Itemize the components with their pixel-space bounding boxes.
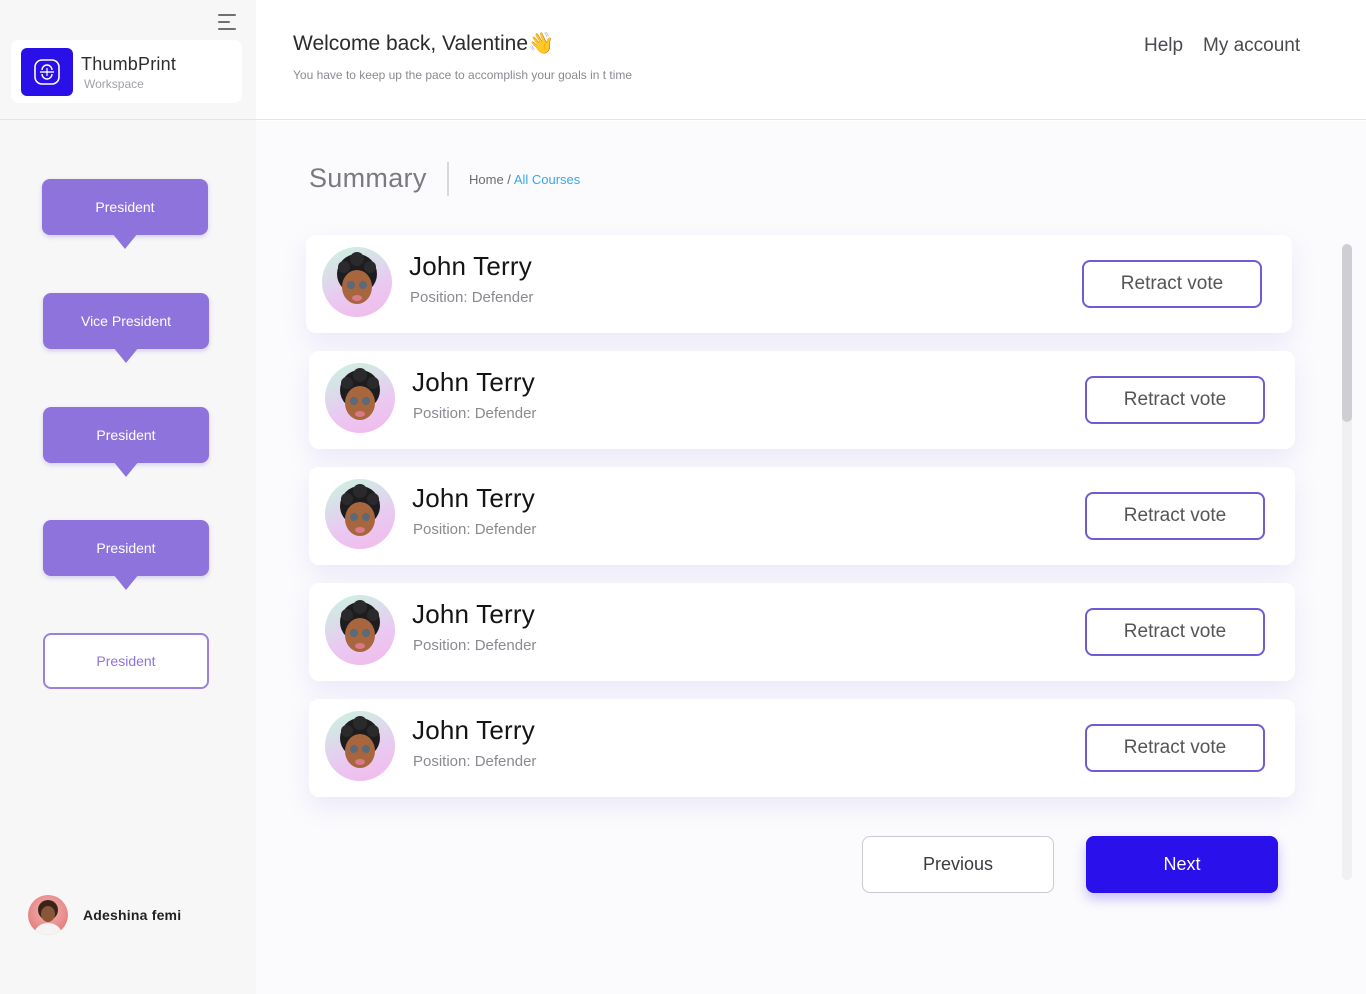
position-button-vice-president[interactable]: Vice President: [43, 293, 209, 363]
candidate-avatar: [325, 711, 395, 781]
candidate-avatar: [325, 479, 395, 549]
previous-button[interactable]: Previous: [862, 836, 1054, 893]
candidate-name: John Terry: [412, 367, 535, 397]
nav-help-link[interactable]: Help: [1144, 35, 1183, 57]
retract-vote-button[interactable]: Retract vote: [1085, 492, 1265, 540]
candidate-position: Position: Defender: [413, 521, 537, 538]
breadcrumb: Home / All Courses: [469, 172, 580, 187]
welcome-subtitle: You have to keep up the pace to accompli…: [293, 68, 633, 82]
fingerprint-scan-icon: [21, 48, 73, 96]
breadcrumb-all-courses[interactable]: All Courses: [514, 172, 580, 187]
candidate-card: John Terry Position: Defender Retract vo…: [309, 583, 1295, 681]
candidate-position: Position: Defender: [413, 753, 537, 770]
next-button[interactable]: Next: [1086, 836, 1278, 893]
retract-vote-button[interactable]: Retract vote: [1085, 376, 1265, 424]
position-button-president[interactable]: President: [43, 407, 209, 477]
nav-my-account-link[interactable]: My account: [1203, 35, 1300, 57]
retract-vote-button[interactable]: Retract vote: [1085, 724, 1265, 772]
candidate-position: Position: Defender: [413, 405, 537, 422]
sidebar: ThumbPrint Workspace President Vice Pres…: [0, 0, 256, 994]
breadcrumb-home[interactable]: Home: [469, 172, 504, 187]
candidate-avatar: [325, 363, 395, 433]
retract-vote-button[interactable]: Retract vote: [1082, 260, 1262, 308]
scrollbar-thumb[interactable]: [1342, 244, 1352, 422]
brand-card[interactable]: ThumbPrint Workspace: [11, 40, 242, 103]
brand-subtitle: Workspace: [84, 77, 144, 91]
candidate-avatar: [325, 595, 395, 665]
candidate-name: John Terry: [412, 483, 535, 513]
position-button-president[interactable]: President: [42, 179, 208, 249]
page-title: Summary: [309, 163, 427, 193]
candidate-card: John Terry Position: Defender Retract vo…: [309, 467, 1295, 565]
user-profile[interactable]: Adeshina femi: [28, 895, 181, 935]
candidate-card: John Terry Position: Defender Retract vo…: [309, 351, 1295, 449]
candidate-avatar: [322, 247, 392, 317]
user-avatar: [28, 895, 68, 935]
position-button-president[interactable]: President: [43, 520, 209, 590]
welcome-heading: Welcome back, Valentine👋: [293, 32, 555, 55]
title-divider: [447, 162, 449, 196]
candidate-card: John Terry Position: Defender Retract vo…: [309, 699, 1295, 797]
breadcrumb-separator: /: [503, 172, 514, 187]
candidate-position: Position: Defender: [410, 289, 534, 306]
sidebar-header: ThumbPrint Workspace: [0, 0, 256, 120]
user-name: Adeshina femi: [83, 907, 182, 923]
brand-name: ThumbPrint: [81, 54, 177, 74]
candidate-name: John Terry: [412, 599, 535, 629]
retract-vote-button[interactable]: Retract vote: [1085, 608, 1265, 656]
hamburger-menu-icon[interactable]: [218, 13, 238, 31]
candidate-name: John Terry: [412, 715, 535, 745]
candidate-name: John Terry: [409, 251, 532, 281]
position-button-president-outline[interactable]: President: [43, 633, 209, 689]
candidate-card: John Terry Position: Defender Retract vo…: [306, 235, 1292, 333]
top-header: Welcome back, Valentine👋 You have to kee…: [256, 0, 1366, 120]
main-content: Summary Home / All Courses John Terry Po…: [256, 121, 1366, 994]
candidate-position: Position: Defender: [413, 637, 537, 654]
